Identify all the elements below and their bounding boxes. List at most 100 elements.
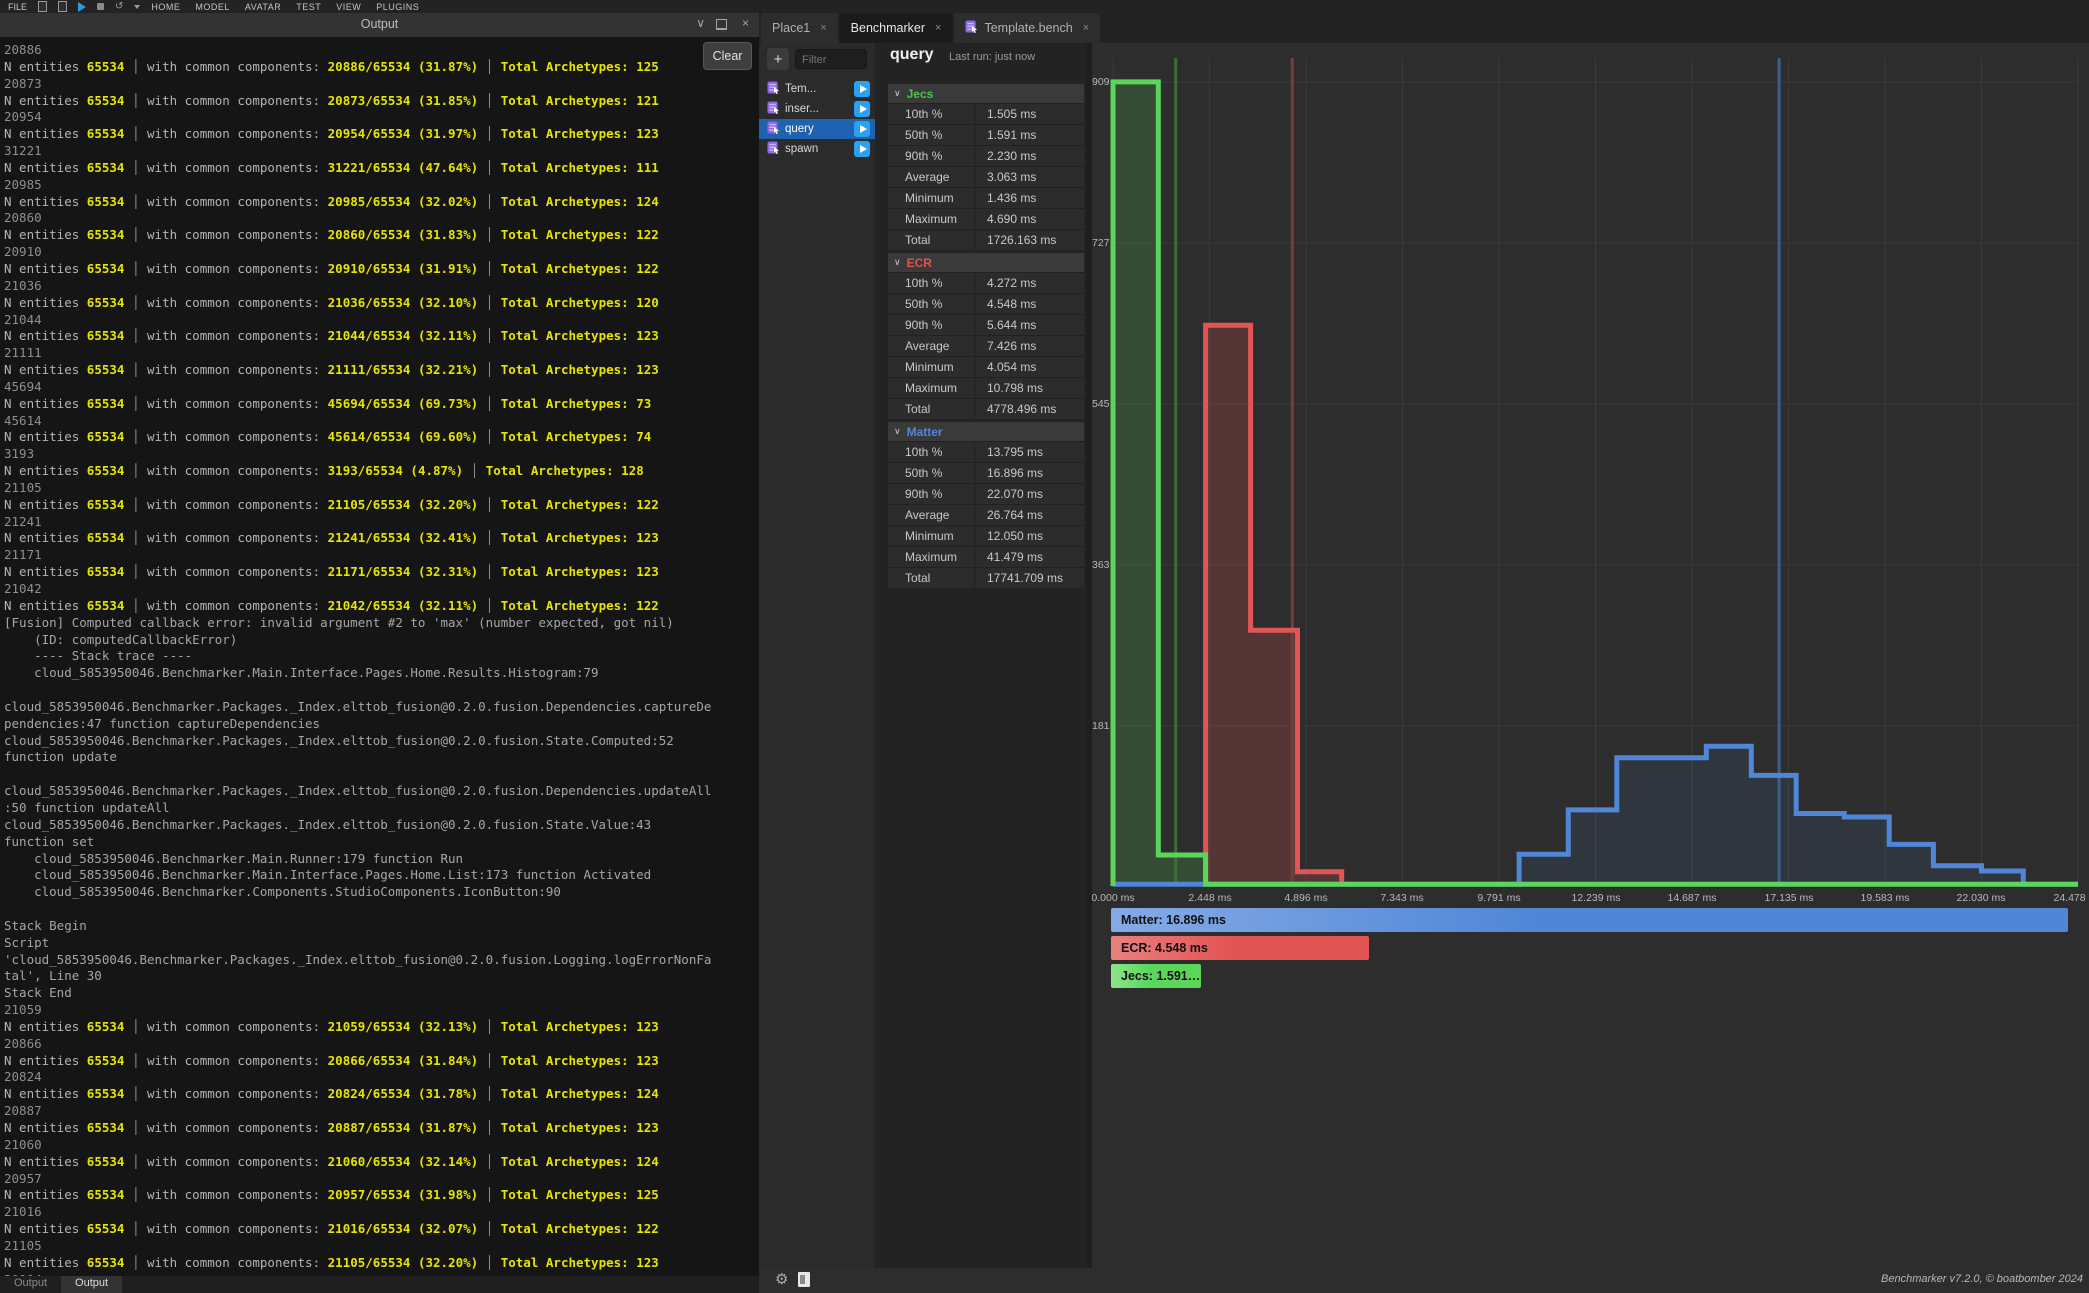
log-line: [Fusion] Computed callback error: invali…: [4, 615, 759, 632]
script-icon: [767, 81, 780, 97]
stat-label: Total: [888, 233, 974, 247]
run-benchmark-button[interactable]: [854, 81, 870, 97]
stat-row: Average3.063 ms: [888, 166, 1084, 187]
stat-label: 10th %: [888, 276, 974, 290]
close-tab-icon[interactable]: ×: [1083, 22, 1089, 34]
y-tick-label: 727: [1092, 237, 1109, 249]
stats-section-ecr: ∨ECR10th %4.272 ms50th %4.548 ms90th %5.…: [888, 253, 1084, 419]
y-tick-label: 545: [1092, 398, 1109, 410]
benchmark-item-inser[interactable]: inser...: [759, 99, 875, 119]
close-tab-icon[interactable]: ×: [820, 22, 826, 34]
tab-template-bench[interactable]: Template.bench×: [954, 13, 1100, 43]
log-line: 20957: [4, 1171, 759, 1188]
float-window-icon[interactable]: [716, 19, 727, 30]
log-line: cloud_5853950046.Benchmarker.Packages._I…: [4, 783, 759, 800]
log-line: 20866: [4, 1036, 759, 1053]
ribbon-menu-home[interactable]: HOME: [151, 2, 180, 12]
log-line: N entities 65534 │ with common component…: [4, 59, 759, 76]
log-line: N entities 65534 │ with common component…: [4, 295, 759, 312]
benchmark-item-label: Tem...: [785, 83, 816, 95]
paste-icon[interactable]: [58, 1, 67, 12]
stat-value: 1726.163 ms: [974, 230, 1084, 250]
log-line: ---- Stack trace ----: [4, 648, 759, 665]
output-title: Output: [0, 17, 759, 31]
filter-input[interactable]: [796, 51, 866, 69]
log-line: 21171: [4, 547, 759, 564]
stat-row: 90th %2.230 ms: [888, 145, 1084, 166]
close-icon[interactable]: ×: [742, 16, 749, 30]
tab-benchmarker[interactable]: Benchmarker×: [840, 13, 953, 43]
ribbon-menu-test[interactable]: TEST: [296, 2, 321, 12]
x-tick-label: 0.000 ms: [1092, 892, 1135, 904]
log-line: [4, 766, 759, 783]
log-line: 45694: [4, 379, 759, 396]
stat-value: 7.426 ms: [974, 336, 1084, 356]
stat-row: Minimum4.054 ms: [888, 356, 1084, 377]
file-menu[interactable]: FILE: [8, 2, 27, 12]
output-tab[interactable]: Output: [61, 1276, 122, 1293]
section-name: Jecs: [907, 87, 934, 101]
chevron-down-icon[interactable]: [134, 5, 140, 9]
play-icon[interactable]: [78, 2, 86, 12]
run-benchmark-button[interactable]: [854, 121, 870, 137]
tab-place1[interactable]: Place1×: [761, 13, 838, 43]
undo-icon[interactable]: ↺: [115, 2, 123, 12]
stat-label: Maximum: [888, 212, 974, 226]
log-line: 21111: [4, 345, 759, 362]
export-log-icon[interactable]: [798, 1272, 810, 1287]
stat-value: 17741.709 ms: [974, 568, 1084, 588]
stat-value: 26.764 ms: [974, 505, 1084, 525]
ribbon-menu-view[interactable]: VIEW: [336, 2, 361, 12]
stat-value: 16.896 ms: [974, 463, 1084, 483]
stat-row: Total17741.709 ms: [888, 567, 1084, 588]
output-tab[interactable]: Output: [0, 1276, 61, 1293]
ribbon-menu-plugins[interactable]: PLUGINS: [376, 2, 419, 12]
x-tick-label: 12.239 ms: [1571, 892, 1620, 904]
chevron-down-icon[interactable]: ∨: [696, 16, 705, 30]
stat-value: 1.436 ms: [974, 188, 1084, 208]
stats-section-jecs: ∨Jecs10th %1.505 ms50th %1.591 ms90th %2…: [888, 84, 1084, 250]
stat-label: Average: [888, 170, 974, 184]
gear-icon[interactable]: ⚙: [775, 1270, 788, 1288]
x-tick-label: 9.791 ms: [1477, 892, 1520, 904]
chevron-down-icon: ∨: [894, 88, 901, 99]
log-line: pendencies:47 function captureDependenci…: [4, 716, 759, 733]
stat-label: Total: [888, 571, 974, 585]
stat-value: 2.230 ms: [974, 146, 1084, 166]
stat-value: 41.479 ms: [974, 547, 1084, 567]
stats-section-header[interactable]: ∨ECR: [888, 253, 1084, 272]
run-benchmark-button[interactable]: [854, 101, 870, 117]
benchmark-item-spawn[interactable]: spawn: [759, 139, 875, 159]
run-benchmark-button[interactable]: [854, 141, 870, 157]
log-line: 21060: [4, 1137, 759, 1154]
y-tick-label: 181: [1092, 720, 1109, 732]
benchmark-item-tem[interactable]: Tem...: [759, 79, 875, 99]
benchmark-list-panel: + Tem... inser... query spawn: [759, 43, 875, 1268]
log-line: N entities 65534 │ with common component…: [4, 1086, 759, 1103]
stats-section-header[interactable]: ∨Matter: [888, 422, 1084, 441]
filter-box: [795, 49, 867, 69]
clear-button[interactable]: Clear: [703, 42, 752, 70]
stat-row: 10th %4.272 ms: [888, 272, 1084, 293]
close-tab-icon[interactable]: ×: [935, 22, 941, 34]
stats-section-header[interactable]: ∨ Jecs: [888, 84, 1084, 103]
stat-row: 10th %1.505 ms: [888, 103, 1084, 124]
ribbon-menu-model[interactable]: MODEL: [195, 2, 230, 12]
add-benchmark-button[interactable]: +: [767, 48, 789, 70]
ribbon-menus: HOME MODEL AVATAR TEST VIEW PLUGINS: [151, 2, 434, 12]
log-line: N entities 65534 │ with common component…: [4, 227, 759, 244]
document-tab-strip: Place1×Benchmarker×Template.bench×: [759, 13, 2089, 43]
stat-label: 90th %: [888, 149, 974, 163]
benchmark-item-label: query: [785, 123, 814, 135]
benchmark-item-query[interactable]: query: [759, 119, 875, 139]
log-line: 'cloud_5853950046.Benchmarker.Packages._…: [4, 952, 759, 969]
log-line: N entities 65534 │ with common component…: [4, 463, 759, 480]
stat-row: Maximum10.798 ms: [888, 377, 1084, 398]
clipboard-icon[interactable]: [38, 1, 47, 12]
stop-icon[interactable]: [97, 3, 104, 10]
log-line: cloud_5853950046.Benchmarker.Components.…: [4, 884, 759, 901]
stat-row: 90th %22.070 ms: [888, 483, 1084, 504]
output-titlebar: Output ∨ ×: [0, 13, 759, 37]
ribbon-menu-avatar[interactable]: AVATAR: [245, 2, 281, 12]
log-line: N entities 65534 │ with common component…: [4, 497, 759, 514]
